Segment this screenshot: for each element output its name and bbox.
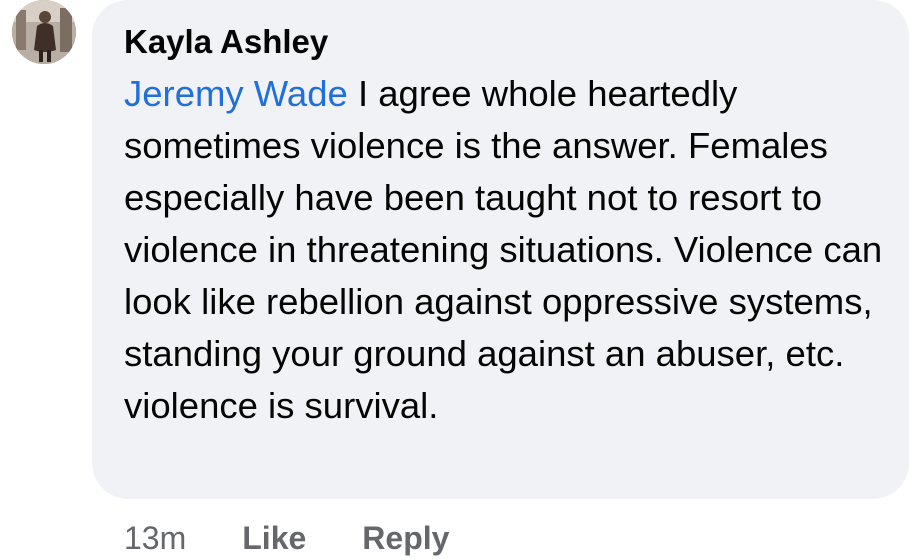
reply-button[interactable]: Reply [362, 516, 449, 560]
comment-body: Jeremy Wade I agree whole heartedly some… [124, 68, 894, 432]
comment-text: I agree whole heartedly sometimes violen… [124, 73, 883, 426]
comment-author[interactable]: Kayla Ashley [124, 22, 879, 62]
profile-photo-icon [12, 0, 76, 64]
comment-timestamp[interactable]: 13m [124, 516, 186, 560]
comment-bubble: Kayla Ashley Jeremy Wade I agree whole h… [92, 0, 909, 499]
mention-link[interactable]: Jeremy Wade [124, 73, 348, 114]
like-button[interactable]: Like [242, 516, 306, 560]
comment-actions: 13m Like Reply [124, 516, 449, 560]
avatar[interactable] [12, 0, 76, 64]
